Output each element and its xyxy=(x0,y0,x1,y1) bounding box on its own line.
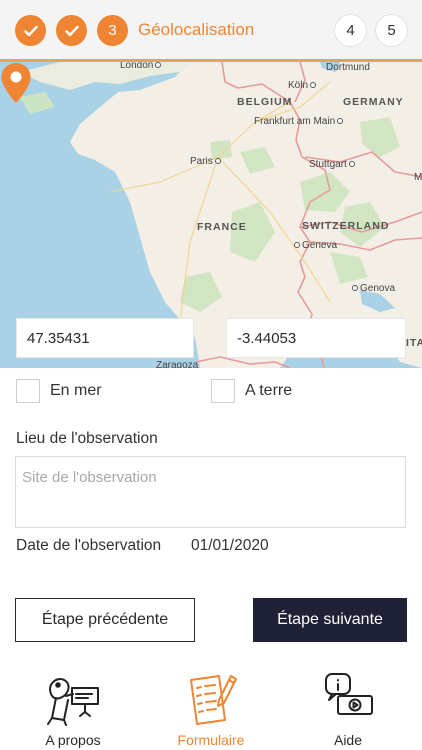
tab-a-propos-label: A propos xyxy=(45,732,101,748)
map-label-paris: Paris xyxy=(190,156,221,167)
tab-bar: A propos Formulaire Aide xyxy=(0,660,422,750)
checkbox-en-mer-box[interactable] xyxy=(16,379,40,403)
checkbox-a-terre-box[interactable] xyxy=(211,379,235,403)
step-1-done[interactable] xyxy=(15,15,46,46)
step-5[interactable]: 5 xyxy=(376,15,407,46)
latitude-field[interactable]: 47.35431 xyxy=(16,318,194,358)
longitude-field[interactable]: -3.44053 xyxy=(226,318,406,358)
date-label: Date de l'observation xyxy=(16,537,162,554)
checkmark-icon xyxy=(64,25,79,36)
form-pencil-icon xyxy=(190,675,237,725)
step-4[interactable]: 4 xyxy=(335,15,366,46)
map-label-geneva: Geneva xyxy=(294,240,337,251)
map-label-dortmund: Dortmund xyxy=(326,62,370,73)
lieu-textarea[interactable]: Site de l'observation xyxy=(15,456,406,528)
date-value[interactable]: 01/01/2020 xyxy=(191,537,269,555)
step-2-done[interactable] xyxy=(56,15,87,46)
tab-aide[interactable]: Aide xyxy=(278,660,418,750)
map-view[interactable]: London Dortmund Köln BELGIUM GERMANY Fra… xyxy=(0,62,422,368)
checkbox-en-mer[interactable]: En mer xyxy=(16,378,102,404)
map-label-zaragoza: Zaragoza xyxy=(156,360,199,368)
step-3-current[interactable]: 3 xyxy=(97,15,128,46)
map-label-france: FRANCE xyxy=(197,221,247,233)
map-label-london: London xyxy=(120,62,162,71)
map-label-germany: GERMANY xyxy=(343,96,404,108)
lieu-label: Lieu de l'observation xyxy=(16,430,158,447)
map-label-koln: Köln xyxy=(288,80,317,91)
tab-a-propos[interactable]: A propos xyxy=(3,660,143,750)
step-title: Géolocalisation xyxy=(138,20,255,39)
tab-aide-label: Aide xyxy=(333,732,363,748)
next-step-button[interactable]: Étape suivante xyxy=(253,598,407,642)
location-pin-icon[interactable] xyxy=(0,62,32,104)
checkbox-a-terre[interactable]: A terre xyxy=(211,378,292,404)
previous-step-button[interactable]: Étape précédente xyxy=(15,598,195,642)
checkmark-icon xyxy=(23,25,38,36)
checkbox-a-terre-label: A terre xyxy=(245,382,293,399)
checkbox-en-mer-label: En mer xyxy=(50,382,102,399)
map-label-stuttgart: Stuttgart xyxy=(309,159,355,170)
fish-presenter-icon xyxy=(47,678,99,726)
map-label-ita: ITA xyxy=(406,337,422,349)
map-label-frankfurt: Frankfurt am Main xyxy=(254,116,344,127)
map-label-belgium: BELGIUM xyxy=(237,96,293,108)
map-label-switzerland: SWITZERLAND xyxy=(302,220,390,232)
map-label-genova: Genova xyxy=(352,283,395,294)
tab-formulaire-label: Formulaire xyxy=(177,732,245,748)
map-label-m: M xyxy=(414,172,422,183)
tab-formulaire[interactable]: Formulaire xyxy=(141,660,281,750)
help-video-icon xyxy=(325,673,373,715)
stepper: 3 Géolocalisation 4 5 xyxy=(0,0,422,62)
